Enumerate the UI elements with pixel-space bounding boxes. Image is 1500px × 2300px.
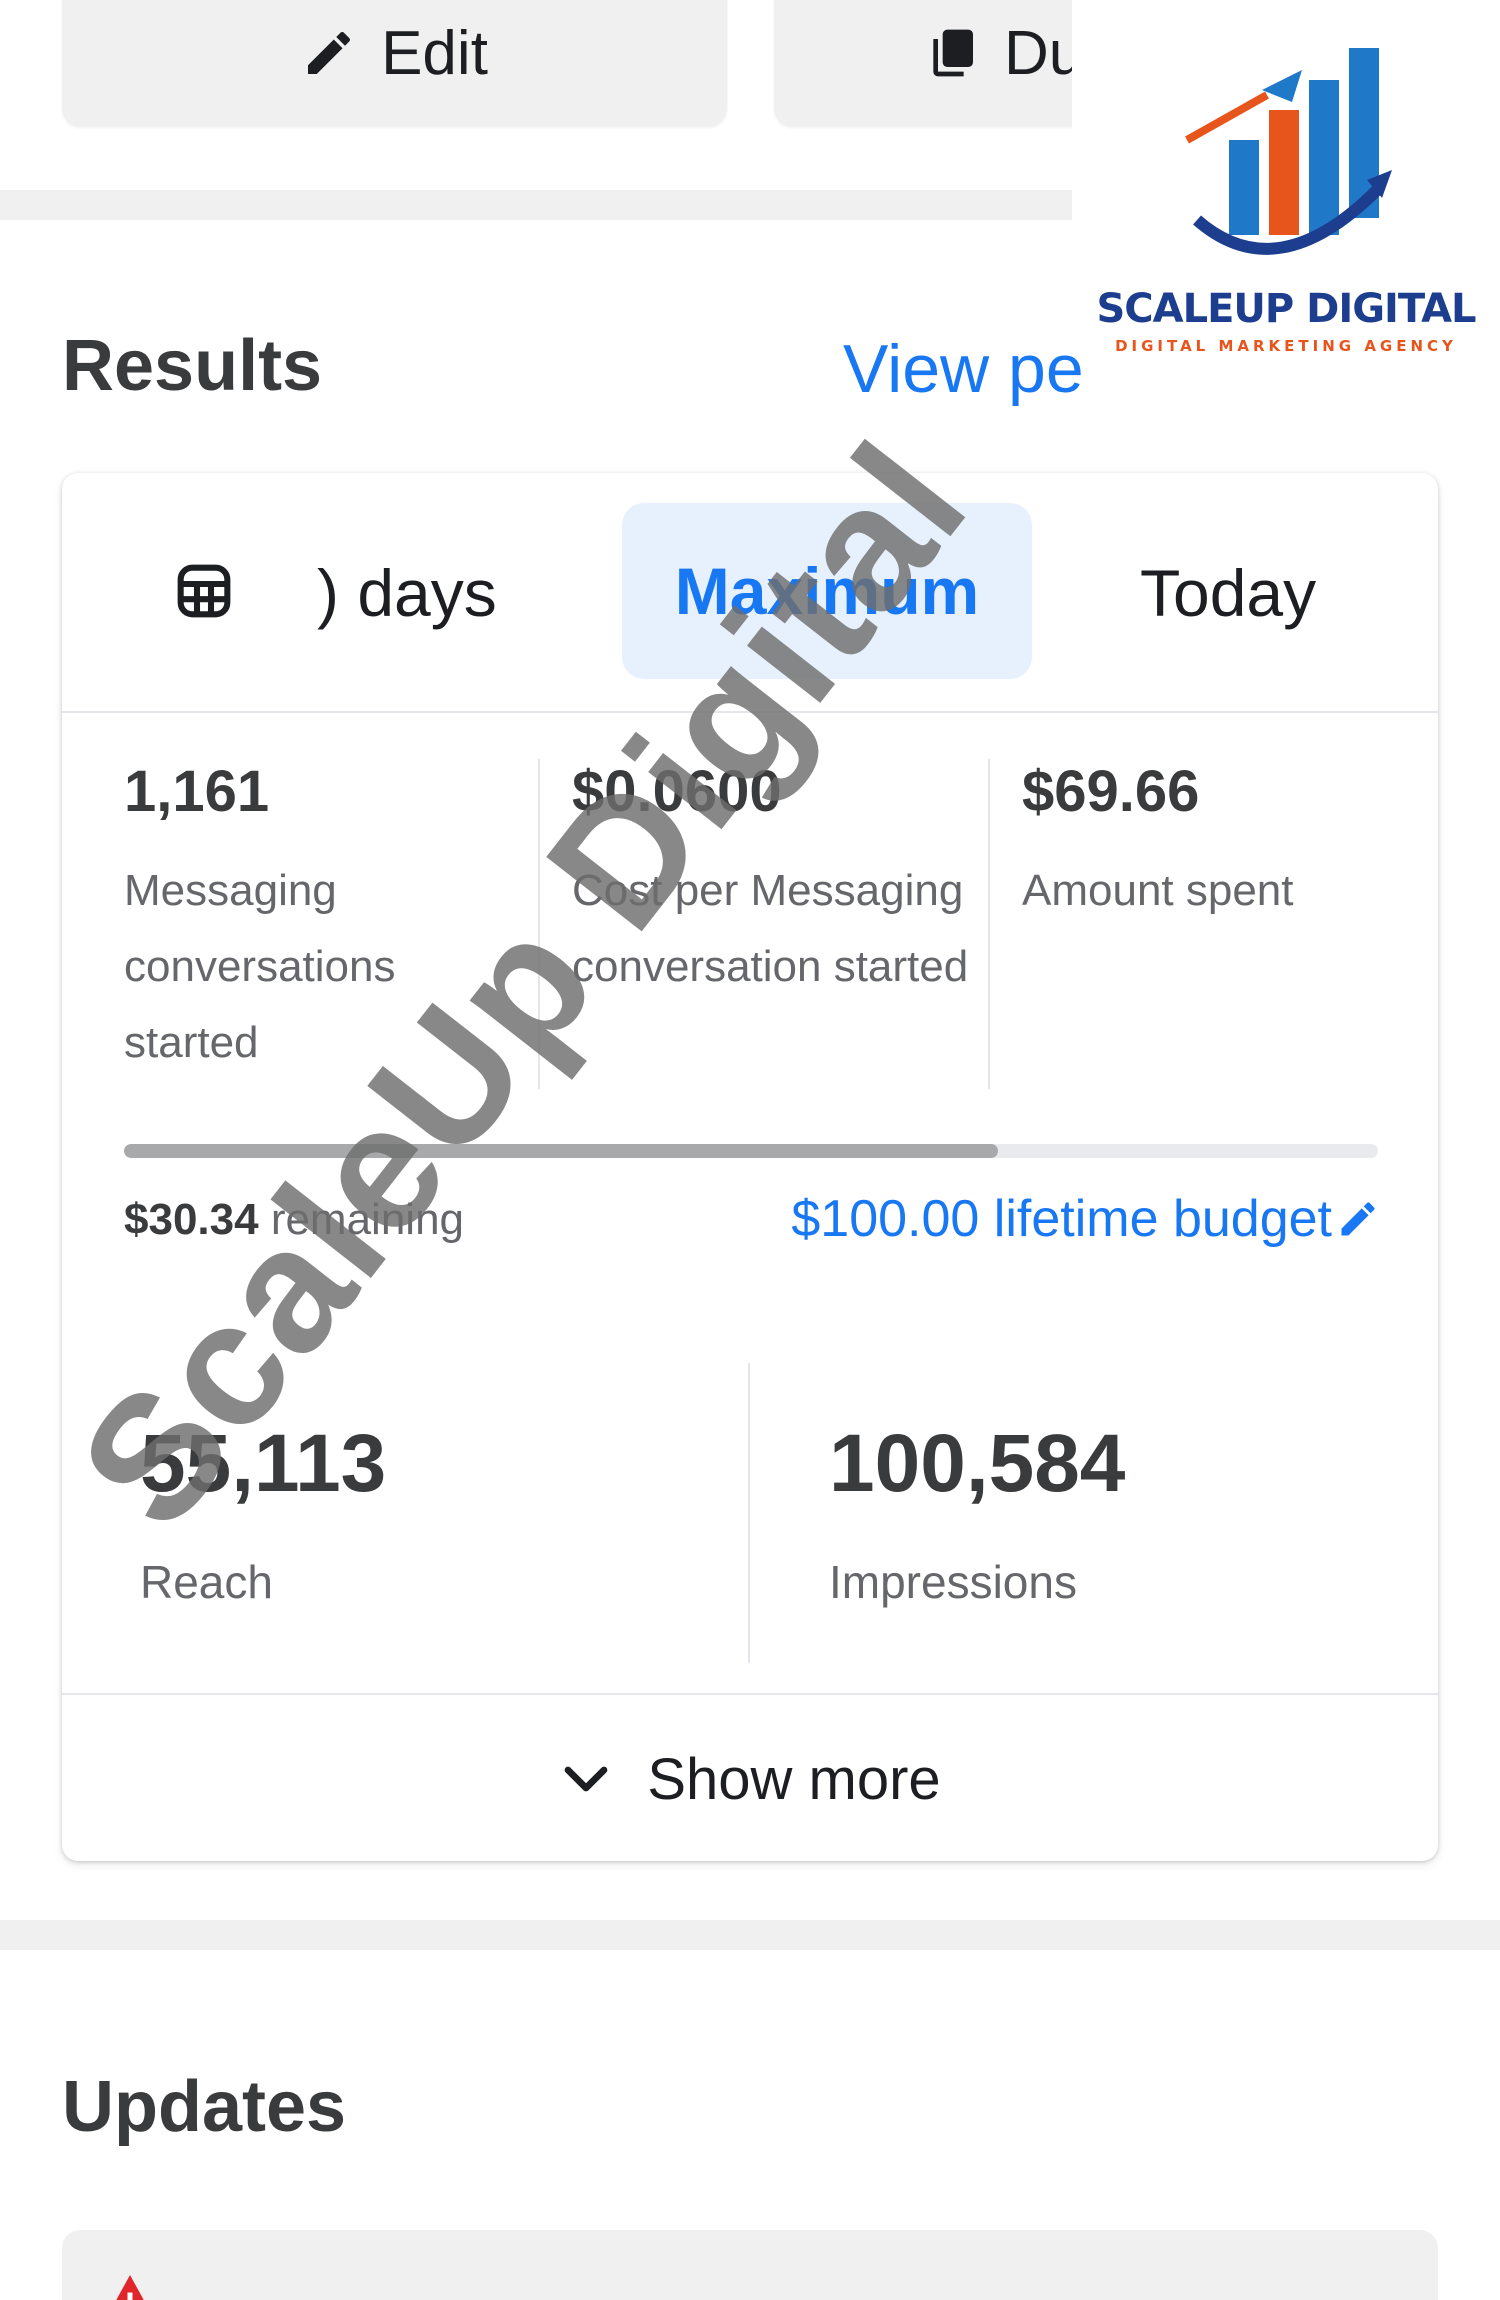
- logo-mark: [1185, 48, 1392, 255]
- impressions-label: Impressions: [829, 1556, 1077, 1608]
- impressions-value: 100,584: [829, 1418, 1126, 1509]
- budget-progress-fill: [124, 1144, 998, 1158]
- metric-value: $69.66: [1022, 759, 1200, 824]
- page: Edit Du SCALEUP DIGITAL DIGITAL MARKETIN…: [0, 0, 1500, 2300]
- chevron-down-icon: [564, 1766, 608, 1792]
- warning-icon: [116, 2275, 144, 2300]
- edit-label: Edit: [381, 18, 488, 88]
- calendar-icon[interactable]: [176, 563, 232, 619]
- show-more-label: Show more: [647, 1746, 941, 1812]
- tab-days[interactable]: ) days: [317, 555, 497, 631]
- lifetime-budget-link[interactable]: $100.00 lifetime budget: [791, 1189, 1380, 1249]
- metric-amount-spent: $69.66 Amount spent: [1022, 763, 1422, 929]
- view-performance-link[interactable]: View pe: [843, 330, 1084, 408]
- metric-label: Amount spent: [1022, 866, 1294, 915]
- show-more-button[interactable]: Show more: [62, 1693, 1438, 1861]
- metric-divider: [748, 1363, 750, 1663]
- reach-label: Reach: [140, 1556, 273, 1608]
- metric-value: 1,161: [124, 759, 270, 824]
- metric-divider: [988, 759, 990, 1089]
- edit-button[interactable]: Edit: [62, 0, 727, 126]
- results-title: Results: [62, 326, 323, 406]
- metric-impressions: 100,584 Impressions: [829, 1423, 1125, 1609]
- section-divider: [0, 1920, 1500, 1950]
- duplicate-icon: [933, 29, 973, 77]
- pencil-icon: [308, 31, 351, 74]
- logo-subtitle: DIGITAL MARKETING AGENCY: [1115, 337, 1457, 355]
- logo-title: SCALEUP DIGITAL: [1096, 286, 1476, 332]
- pencil-icon: [1341, 1202, 1375, 1236]
- tab-today[interactable]: Today: [1140, 555, 1316, 631]
- update-item[interactable]: [62, 2230, 1438, 2300]
- scaleup-digital-logo: SCALEUP DIGITAL DIGITAL MARKETING AGENCY: [1072, 0, 1500, 395]
- updates-title: Updates: [62, 2067, 347, 2147]
- lifetime-budget-label: $100.00 lifetime budget: [791, 1190, 1332, 1248]
